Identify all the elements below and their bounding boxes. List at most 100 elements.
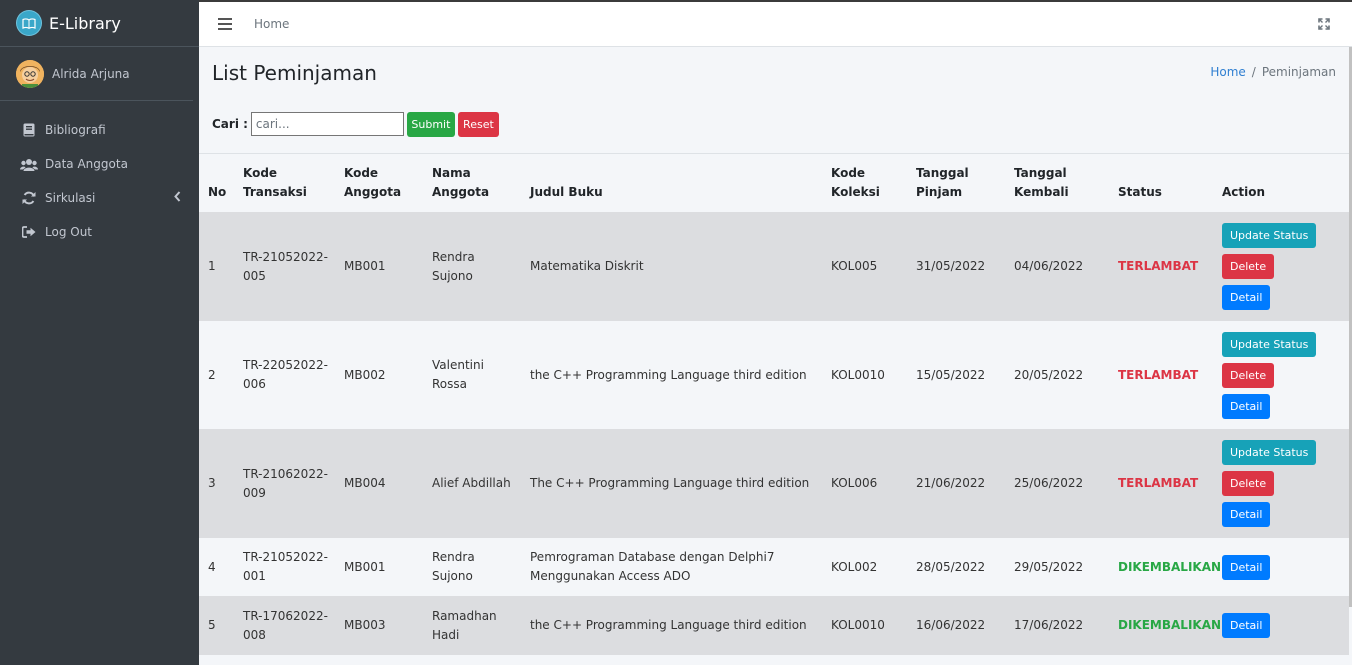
cell-tanggal-kembali: 20/05/2022 [1014,321,1118,429]
loan-table-container: No Kode Transaksi Kode Anggota Nama Anggota… [199,153,1349,655]
header-no: No [199,154,243,212]
sidebar-nav: Bibliografi Data Anggota Sirkulasi Log O… [0,101,199,249]
cell-status: DIKEMBALIKAN [1118,538,1222,596]
cell-tanggal-kembali: 29/05/2022 [1014,538,1118,596]
breadcrumb: Home / Peminjaman [1210,65,1336,79]
cell-tanggal-pinjam: 28/05/2022 [916,538,1014,596]
table-row: 5 TR-17062022- 008 MB003 Ramadhan Hadi the… [199,596,1349,655]
cell-kode-koleksi: KOL006 [831,429,916,538]
header-nama-anggota: Nama Anggota [432,154,530,212]
book-icon [20,122,38,138]
cell-judul-buku: the C++ Programming Language third editi… [530,321,831,429]
cell-no: 5 [199,596,243,655]
cell-judul-buku: The C++ Programming Language third editi… [530,429,831,538]
user-panel[interactable]: Alrida Arjuna [0,47,193,101]
cell-action: Update Status Delete Detail [1222,212,1349,321]
reset-button[interactable]: Reset [457,111,499,137]
cell-no: 2 [199,321,243,429]
search-input[interactable] [250,112,404,136]
status-badge: TERLAMBAT [1118,367,1199,382]
cell-judul-buku: Matematika Diskrit [530,212,831,321]
table-row: 2 TR-22052022- 006 MB002 Valentini Rossa t… [199,321,1349,429]
sidebar-item-data-anggota[interactable]: Data Anggota [0,147,199,181]
header-judul-buku: Judul Buku [530,154,831,212]
cell-tanggal-kembali: 25/06/2022 [1014,429,1118,538]
topbar-home-link[interactable]: Home [254,17,289,31]
table-row: 4 TR-21052022- 001 MB001 Rendra Sujono Pem… [199,538,1349,596]
cell-no: 4 [199,538,243,596]
delete-button[interactable]: Delete [1222,471,1275,496]
status-badge: TERLAMBAT [1118,476,1199,490]
cell-nama-anggota: Valentini Rossa [432,321,530,429]
detail-button[interactable]: Detail [1222,554,1271,580]
cell-status: TERLAMBAT [1118,321,1222,429]
status-badge: DIKEMBALIKAN [1118,559,1222,574]
cell-kode-anggota: MB001 [344,212,432,321]
cell-judul-buku: Pemrograman Database dengan Delphi7 Mengg… [530,538,831,596]
top-navbar: Home [199,0,1352,47]
header-kode-koleksi: Kode Koleksi [831,154,916,212]
cell-kode-transaksi: TR-21052022- 005 [243,212,344,321]
cell-no: 3 [199,429,243,538]
cell-kode-transaksi: TR-21062022- 009 [243,429,344,538]
cell-kode-koleksi: KOL002 [831,538,916,596]
header-kode-transaksi: Kode Transaksi [243,154,344,212]
cell-action: Detail [1222,596,1349,655]
sidebar: E-Library Alrida Arjuna Bibliografi Data… [0,0,199,665]
table-header-row: No Kode Transaksi Kode Anggota Nama Anggota… [199,154,1349,212]
header-tanggal-pinjam: Tanggal Pinjam [916,154,1014,212]
sidebar-item-label: Bibliografi [45,123,106,137]
sidebar-item-sirkulasi[interactable]: Sirkulasi [0,181,199,215]
avatar [16,59,44,88]
cell-status: DIKEMBALIKAN [1118,596,1222,655]
breadcrumb-home-link[interactable]: Home [1210,65,1245,79]
breadcrumb-separator: / [1251,65,1256,79]
submit-button[interactable]: Submit [406,111,455,137]
cell-status: TERLAMBAT [1118,429,1222,538]
update-status-button[interactable]: Update Status [1222,223,1317,248]
cell-tanggal-kembali: 17/06/2022 [1014,596,1118,655]
cell-kode-transaksi: TR-17062022- 008 [243,596,344,655]
detail-button[interactable]: Detail [1222,393,1271,419]
cell-kode-koleksi: KOL0010 [831,596,916,655]
search-form: Cari : Submit Reset [212,111,499,137]
book-open-icon [17,11,41,35]
menu-toggle-icon[interactable] [218,18,232,30]
update-status-button[interactable]: Update Status [1222,440,1317,465]
cell-kode-anggota: MB004 [344,429,432,538]
logout-icon [20,224,38,240]
cell-action: Update Status Delete Detail [1222,429,1349,538]
cell-kode-transaksi: TR-22052022- 006 [243,321,344,429]
cell-kode-koleksi: KOL0010 [831,321,916,429]
search-label: Cari : [212,117,248,131]
cell-status: TERLAMBAT [1118,212,1222,321]
chevron-left-icon[interactable] [174,191,181,205]
status-badge: TERLAMBAT [1118,259,1199,273]
sidebar-item-bibliografi[interactable]: Bibliografi [0,113,199,147]
cell-kode-transaksi: TR-21052022- 001 [243,538,344,596]
detail-button[interactable]: Detail [1222,502,1271,527]
detail-button[interactable]: Detail [1222,613,1271,638]
cell-nama-anggota: Ramadhan Hadi [432,596,530,655]
cell-kode-anggota: MB001 [344,538,432,596]
cell-tanggal-kembali: 04/06/2022 [1014,212,1118,321]
cell-action: Detail [1222,538,1349,596]
cell-no: 1 [199,212,243,321]
header-kode-anggota: Kode Anggota [344,154,432,212]
cell-tanggal-pinjam: 15/05/2022 [916,321,1014,429]
page-title: List Peminjaman [212,61,377,85]
user-name: Alrida Arjuna [52,66,130,81]
detail-button[interactable]: Detail [1222,285,1271,310]
sidebar-item-label: Log Out [45,225,93,239]
brand-link[interactable]: E-Library [0,0,199,47]
update-status-button[interactable]: Update Status [1222,331,1317,357]
table-row: 1 TR-21052022- 005 MB001 Rendra Sujono Mat… [199,212,1349,321]
fullscreen-icon[interactable] [1318,18,1330,33]
cell-nama-anggota: Alief Abdillah [432,429,530,538]
delete-button[interactable]: Delete [1222,362,1275,388]
content-header: List Peminjaman Home / Peminjaman [199,47,1352,105]
sidebar-item-log-out[interactable]: Log Out [0,215,199,249]
delete-button[interactable]: Delete [1222,254,1275,279]
cell-kode-anggota: MB003 [344,596,432,655]
brand-text: E-Library [49,13,121,33]
